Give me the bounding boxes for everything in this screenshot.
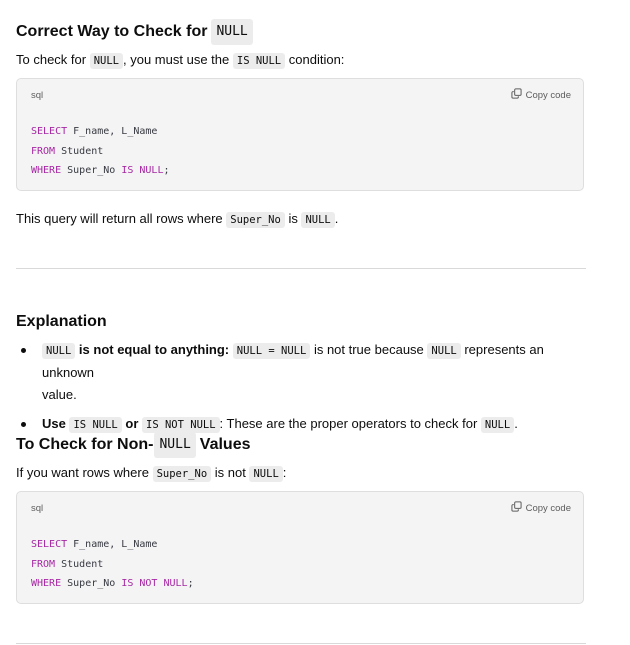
inline-code: IS NULL [232, 53, 286, 69]
inline-code: IS NULL [69, 417, 122, 433]
code-line: WHERE Super_No IS NULL; [31, 161, 170, 181]
divider [16, 268, 586, 269]
sql-keyword: IS NOT NULL [121, 578, 188, 589]
sql-text: Super_No [61, 165, 122, 176]
sql-text: Student [55, 145, 104, 157]
sql-keyword: IS NULL [121, 165, 164, 176]
list-item: NULL is not equal to anything: NULL = NU… [16, 339, 586, 406]
heading-text: To Check for Non- [16, 436, 154, 453]
text: condition: [288, 52, 345, 67]
divider [16, 643, 586, 644]
heading-text: Values [199, 436, 251, 453]
heading-text: Explanation [16, 313, 107, 330]
code-block-header: sql Copy code [31, 88, 571, 102]
section-heading-non-null: To Check for Non- NULL Values [16, 432, 251, 458]
code-block-is-not-null: sql Copy code SELECT F_name, L_Name FROM … [16, 491, 584, 604]
copy-code-button[interactable]: Copy code [510, 88, 571, 102]
sql-keyword: SELECT [31, 126, 68, 137]
explanation-list: NULL is not equal to anything: NULL = NU… [16, 339, 586, 436]
bold-text: is not equal to anything: [78, 342, 230, 357]
sql-text: ; [187, 578, 194, 589]
copy-icon [510, 88, 522, 102]
bullet-icon [21, 422, 26, 427]
code-line: FROM Student [31, 555, 194, 575]
inline-code: NULL [42, 343, 76, 359]
code-body: SELECT F_name, L_Name FROM Student WHERE S… [31, 535, 194, 594]
intro-paragraph: To check for NULL, you must use the IS N… [16, 50, 344, 71]
sql-keyword: FROM [31, 558, 56, 570]
heading-text: Correct Way to Check for [16, 23, 208, 40]
inline-code: NULL [301, 212, 335, 228]
section-heading-correct-way: Correct Way to Check for NULL [16, 19, 253, 45]
code-language-label: sql [31, 89, 44, 101]
sql-text: Student [55, 558, 104, 570]
text: To check for [16, 52, 87, 67]
text: value. [42, 387, 77, 402]
code-language-label: sql [31, 502, 44, 514]
code-line: SELECT F_name, L_Name [31, 535, 194, 555]
sql-text: F_name, L_Name [67, 126, 158, 137]
sql-text: F_name, L_Name [67, 539, 158, 550]
code-block-header: sql Copy code [31, 501, 571, 515]
sql-text: ; [163, 165, 170, 176]
copy-icon [510, 501, 522, 515]
heading-inline-code: NULL [211, 19, 253, 45]
intro-paragraph-non-null: If you want rows where Super_No is not N… [16, 463, 286, 484]
text: , you must use the [123, 52, 230, 67]
text: is [288, 211, 298, 226]
inline-code: NULL [249, 466, 283, 482]
text: is not true because [313, 342, 424, 357]
text: . [334, 211, 339, 226]
copy-code-label: Copy code [525, 502, 571, 514]
inline-code: NULL [89, 53, 124, 69]
heading-inline-code: NULL [154, 432, 196, 458]
inline-code: NULL = NULL [232, 343, 311, 359]
sql-keyword: FROM [31, 145, 56, 157]
bullet-icon [21, 348, 26, 353]
code-line: FROM Student [31, 142, 170, 162]
text: This query will return all rows where [16, 211, 223, 226]
bold-text: or [125, 416, 139, 431]
inline-code: Super_No [226, 212, 285, 228]
sql-keyword: SELECT [31, 539, 68, 550]
sql-text: Super_No [61, 578, 122, 589]
sql-keyword: WHERE [31, 165, 62, 176]
result-paragraph: This query will return all rows where Su… [16, 209, 338, 230]
code-line: SELECT F_name, L_Name [31, 122, 170, 142]
sql-keyword: WHERE [31, 578, 62, 589]
text: : These are the proper operators to chec… [219, 416, 478, 431]
code-body: SELECT F_name, L_Name FROM Student WHERE S… [31, 122, 170, 181]
text: . [514, 416, 518, 431]
inline-code: NULL [480, 417, 515, 433]
copy-code-label: Copy code [525, 89, 571, 101]
text: : [282, 465, 287, 480]
inline-code: NULL [427, 343, 461, 359]
text: If you want rows where [16, 465, 149, 480]
bold-text: Use [42, 416, 66, 431]
code-line: WHERE Super_No IS NOT NULL; [31, 574, 194, 594]
section-heading-explanation: Explanation [16, 311, 107, 333]
inline-code: IS NOT NULL [142, 417, 220, 433]
inline-code: Super_No [152, 466, 212, 482]
text: is not [214, 465, 246, 480]
code-block-is-null: sql Copy code SELECT F_name, L_Name FROM … [16, 78, 584, 191]
copy-code-button[interactable]: Copy code [510, 501, 571, 515]
